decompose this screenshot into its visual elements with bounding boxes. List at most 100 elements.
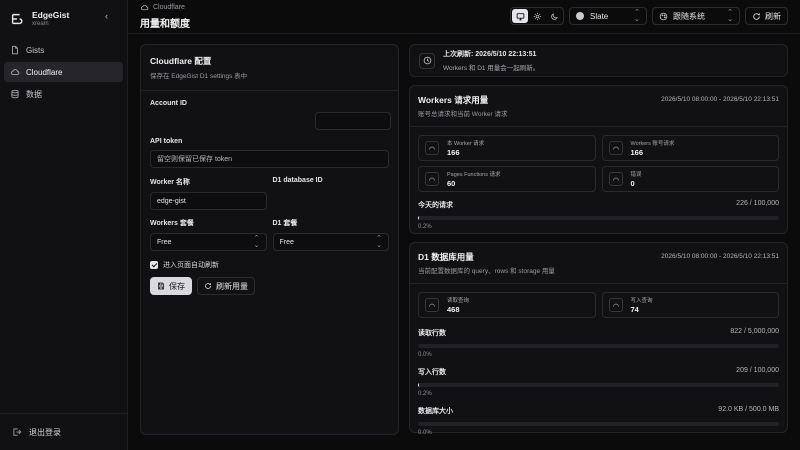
workers-plan-label: Workers 套餐 xyxy=(150,220,194,227)
stat-write-queries: 写入查询 74 xyxy=(601,292,779,318)
metric-value: 822 / 5,000,000 xyxy=(730,328,779,335)
d1-usage-card: D1 数据库用量 当前配置数据库的 query、rows 和 storage 用… xyxy=(409,242,788,436)
account-id-label: Account ID xyxy=(150,100,187,107)
dark-mode-button[interactable] xyxy=(546,9,562,23)
refresh-icon xyxy=(753,12,760,20)
d1-database-group: D1 database ID xyxy=(273,177,390,210)
save-label: 保存 xyxy=(169,281,185,291)
edgegist-logo-icon xyxy=(11,13,23,25)
d1-usage-range: 2026/5/10 08:00:00 - 2026/5/10 22:13:51 xyxy=(661,253,779,260)
progress-bar xyxy=(418,422,779,426)
logout-icon xyxy=(13,428,22,436)
stat-errors: 错误 0 xyxy=(601,166,779,192)
d1-plan-select[interactable]: Free ⌃ ⌄ xyxy=(272,233,389,251)
db-size-metric: 数据库大小 92.0 KB / 500.0 MB 0.0% xyxy=(418,406,779,436)
stat-label: 写入查询 xyxy=(630,298,653,304)
stat-value: 166 xyxy=(447,148,460,157)
gauge-icon xyxy=(425,298,439,312)
progress-bar xyxy=(418,344,779,348)
sidebar-item-label: 数据 xyxy=(26,89,42,99)
refresh-usage-button[interactable]: 刷新用量 xyxy=(197,277,255,295)
workers-usage-card: Workers 请求用量 账号总请求和当前 Worker 请求 2026/5/1… xyxy=(409,85,788,234)
api-token-label: API token xyxy=(150,138,183,145)
clock-icon-box xyxy=(419,52,435,69)
rows-read-metric: 读取行数 822 / 5,000,000 0.0% xyxy=(418,328,779,358)
palette-icon xyxy=(659,12,668,20)
app-root: EdgeGist xream ‹ Gists Cloudflare 数据 退出登… xyxy=(0,0,800,450)
workers-plan-select[interactable]: Free ⌃ ⌄ xyxy=(150,233,267,251)
chevron-updown-icon: ⌃ ⌄ xyxy=(376,235,382,249)
sidebar-item-data[interactable]: 数据 xyxy=(4,84,123,104)
chevron-updown-icon: ⌃ ⌄ xyxy=(634,9,640,23)
sidebar-item-gists[interactable]: Gists xyxy=(4,40,123,60)
account-id-input[interactable] xyxy=(315,112,391,130)
metric-percent: 0.2% xyxy=(418,224,432,230)
metric-value: 209 / 100,000 xyxy=(736,367,779,374)
moon-icon xyxy=(550,12,558,20)
auto-refresh-checkbox[interactable] xyxy=(150,261,158,269)
monitor-mode-button[interactable] xyxy=(512,9,528,23)
worker-name-input[interactable]: edge-gist xyxy=(150,192,267,210)
sidebar-item-label: Gists xyxy=(26,45,45,55)
progress-fill xyxy=(418,383,419,387)
sidebar-nav: Gists Cloudflare 数据 xyxy=(0,40,127,106)
view-mode-toggle xyxy=(510,7,564,25)
plans-row: Workers 套餐 Free ⌃ ⌄ D1 套餐 Free ⌃ ⌄ xyxy=(150,218,389,251)
save-icon xyxy=(158,282,164,290)
account-id-group: Account ID xyxy=(150,100,391,130)
stat-label: 读取查询 xyxy=(447,298,470,304)
metric-name: 数据库大小 xyxy=(418,408,453,415)
workers-usage-subtitle: 账号总请求和当前 Worker 请求 xyxy=(418,111,508,118)
refresh-button[interactable]: 刷新 xyxy=(745,7,788,25)
file-icon xyxy=(12,45,18,55)
sidebar: EdgeGist xream ‹ Gists Cloudflare 数据 退出登… xyxy=(0,0,128,450)
collapse-sidebar-icon[interactable]: ‹ xyxy=(105,12,113,21)
d1-stats: 读取查询 468 写入查询 74 xyxy=(418,292,779,318)
stat-value: 0 xyxy=(630,179,635,188)
workers-usage-header: Workers 请求用量 账号总请求和当前 Worker 请求 2026/5/1… xyxy=(418,94,779,118)
page-title: 用量和额度 xyxy=(140,19,190,30)
gauge-icon xyxy=(425,172,439,186)
metric-percent: 0.2% xyxy=(418,391,432,397)
logout-button[interactable]: 退出登录 xyxy=(0,413,127,450)
user-name: xream xyxy=(32,20,49,27)
worker-d1-row: Worker 名称 edge-gist D1 database ID xyxy=(150,177,389,210)
metric-percent: 0.0% xyxy=(418,352,432,358)
progress-bar xyxy=(418,216,779,220)
cloudflare-config-card: Cloudflare 配置 保存在 EdgeGist D1 settings 表… xyxy=(140,44,399,435)
sidebar-item-label: Cloudflare xyxy=(26,67,63,77)
content-area: Cloudflare 配置 保存在 EdgeGist D1 settings 表… xyxy=(128,34,800,450)
clock-icon xyxy=(423,56,431,65)
metric-percent: 0.0% xyxy=(418,430,432,436)
progress-fill xyxy=(418,216,419,220)
stat-label: Pages Functions 请求 xyxy=(447,172,501,178)
refresh-icon xyxy=(205,283,211,289)
stat-value: 60 xyxy=(447,179,456,188)
chevron-updown-icon: ⌃ ⌄ xyxy=(727,9,733,23)
gauge-icon xyxy=(608,172,623,186)
sidebar-item-cloudflare[interactable]: Cloudflare xyxy=(4,62,123,82)
mode-select[interactable]: 跟随系统 ⌃ ⌄ xyxy=(652,7,740,25)
d1-plan-label: D1 套餐 xyxy=(272,220,298,227)
save-button[interactable]: 保存 xyxy=(150,277,192,295)
theme-select[interactable]: Slate ⌃ ⌄ xyxy=(569,7,647,25)
d1-usage-header: D1 数据库用量 当前配置数据库的 query、rows 和 storage 用… xyxy=(418,251,779,275)
light-mode-button[interactable] xyxy=(529,9,545,23)
gauge-icon xyxy=(608,298,623,312)
divider xyxy=(410,283,787,284)
monitor-icon xyxy=(516,12,524,20)
divider xyxy=(410,126,787,127)
stat-label: Workers 账号请求 xyxy=(630,141,675,147)
breadcrumb[interactable]: Cloudflare xyxy=(140,3,190,12)
metric-value: 226 / 100,000 xyxy=(736,200,779,207)
d1-usage-title: D1 数据库用量 xyxy=(418,252,474,262)
progress-bar xyxy=(418,383,779,387)
breadcrumb-label: Cloudflare xyxy=(153,4,185,11)
d1-usage-subtitle: 当前配置数据库的 query、rows 和 storage 用量 xyxy=(418,268,555,275)
last-refresh-title: 上次刷新: 2026/5/10 22:13:51 xyxy=(443,51,537,58)
api-token-input[interactable]: 留空则保留已保存 token xyxy=(150,150,389,168)
chevron-updown-icon: ⌃ ⌄ xyxy=(253,235,260,249)
sun-icon xyxy=(533,12,541,20)
auto-refresh-label: 进入页面自动刷新 xyxy=(163,262,219,269)
worker-name-group: Worker 名称 edge-gist xyxy=(150,177,267,210)
